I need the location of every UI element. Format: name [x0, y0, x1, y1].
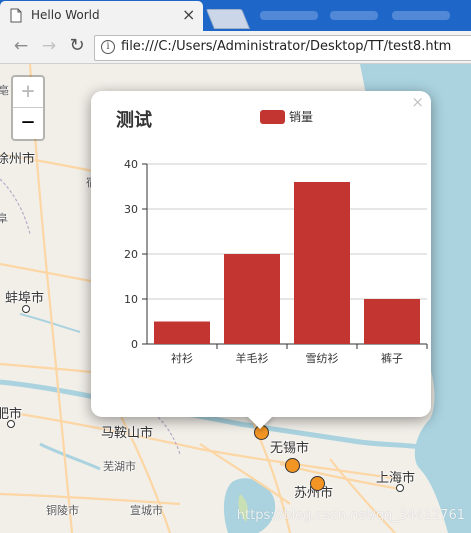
city-marker-hefei: [7, 420, 15, 428]
city-label-tongling: 铜陵市: [46, 504, 79, 517]
zoom-control: + −: [11, 75, 45, 141]
y-tick-label: 30: [124, 203, 138, 216]
browser-tab[interactable]: Hello World ×: [0, 1, 203, 31]
page-icon: [10, 8, 22, 23]
city-label-maanshan: 马鞍山市: [101, 426, 154, 441]
legend-label: 销量: [289, 110, 313, 124]
city-label-hao: 亳: [0, 84, 9, 97]
chart-popup: × 测试 销量 0 10 20 30 40 衬衫 羊毛衫 雪纺衫 裤子: [91, 91, 431, 429]
tab-close-icon[interactable]: ×: [182, 5, 195, 24]
popup-tip: [246, 415, 274, 429]
bar-裤子: [364, 299, 420, 344]
x-tick-label: 衬衫: [171, 352, 193, 365]
zoom-out-button[interactable]: −: [13, 108, 43, 138]
x-tick-label: 雪纺衫: [306, 351, 339, 365]
y-tick-label: 40: [124, 158, 138, 171]
address-bar[interactable]: i file:///C:/Users/Administrator/Desktop…: [94, 35, 471, 61]
city-label-xuzhou: 徐州市: [0, 152, 36, 167]
x-tick-label: 羊毛衫: [236, 351, 269, 365]
bookmark-blur: [260, 11, 318, 20]
zoom-in-button[interactable]: +: [13, 77, 43, 108]
browser-toolbar: ← → ↻ i file:///C:/Users/Administrator/D…: [0, 31, 471, 64]
city-marker-bengbu: [22, 305, 30, 313]
bar-chart: 测试 销量 0 10 20 30 40 衬衫 羊毛衫 雪纺衫 裤子: [116, 109, 428, 365]
tab-title: Hello World: [31, 8, 100, 22]
y-tick-label: 0: [131, 338, 138, 351]
bookmark-blur: [330, 11, 378, 20]
city-marker-shanghai: [396, 484, 404, 492]
url-text[interactable]: file:///C:/Users/Administrator/Desktop/T…: [121, 39, 451, 54]
data-point-marker[interactable]: [310, 476, 325, 491]
city-label-fu: 阜: [0, 212, 8, 225]
city-label-wuxi: 无锡市: [270, 441, 310, 456]
data-point-marker[interactable]: [285, 458, 300, 473]
bar-雪纺衫: [294, 182, 350, 344]
y-tick-label: 20: [124, 248, 138, 261]
bar-羊毛衫: [224, 254, 280, 344]
reload-icon[interactable]: ↻: [66, 35, 88, 57]
watermark: https://blog.csdn.net/qq_34412761: [236, 508, 465, 523]
back-arrow-icon[interactable]: ←: [10, 35, 32, 57]
city-label-shanghai: 上海市: [376, 471, 416, 486]
forward-arrow-icon[interactable]: →: [38, 35, 60, 57]
x-tick-label: 裤子: [381, 351, 403, 365]
city-label-bengbu: 蚌埠市: [5, 291, 45, 306]
new-tab-button[interactable]: [205, 9, 251, 29]
legend-swatch: [260, 110, 285, 124]
chart-title: 测试: [116, 109, 152, 131]
bookmark-blur: [392, 11, 450, 20]
info-icon[interactable]: i: [101, 40, 115, 54]
y-tick-label: 10: [124, 293, 138, 306]
bar-衬衫: [154, 321, 210, 344]
city-label-wuhu: 芜湖市: [103, 460, 136, 473]
tab-strip: Hello World ×: [0, 0, 471, 31]
city-label-xuancheng: 宣城市: [130, 504, 163, 517]
